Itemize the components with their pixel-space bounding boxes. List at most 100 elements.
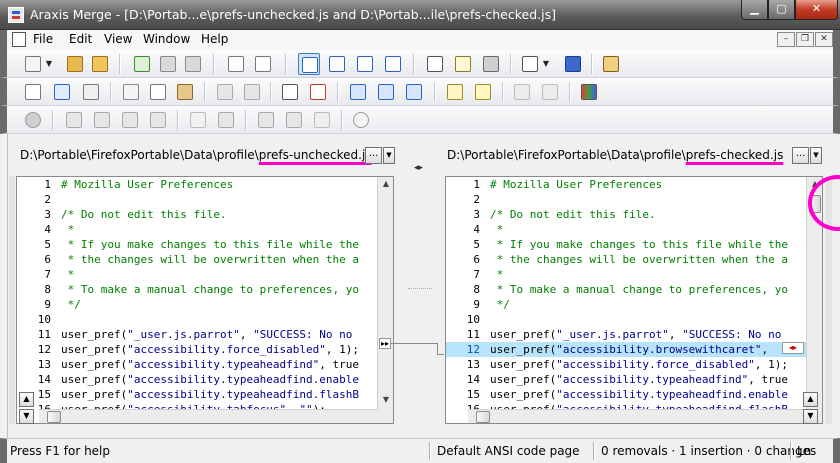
- help-book-button[interactable]: [562, 53, 584, 75]
- check-button[interactable]: [307, 81, 329, 103]
- edit-text-button[interactable]: [279, 81, 301, 103]
- open-folder-button[interactable]: [89, 53, 111, 75]
- horizontal-layout-button[interactable]: [354, 53, 376, 75]
- report-button[interactable]: [452, 53, 474, 75]
- left-editor[interactable]: 1 # Mozilla User Preferences 2 3 /* Do not e…: [16, 176, 394, 424]
- copy-button[interactable]: [147, 81, 169, 103]
- left-hscroll-thumb[interactable]: [47, 411, 61, 423]
- save-all-button[interactable]: [182, 53, 204, 75]
- code-line[interactable]: 14 user_pref("accessibility.typeaheadfind…: [446, 372, 822, 387]
- left-nav-down-button[interactable]: ▼: [19, 409, 34, 424]
- merge-all-button[interactable]: [80, 81, 102, 103]
- code-line[interactable]: 15 user_pref("accessibility.typeaheadfind…: [17, 387, 393, 402]
- highlight-button[interactable]: [444, 81, 466, 103]
- redo-button[interactable]: [241, 81, 263, 103]
- code-line[interactable]: 4 *: [446, 222, 822, 237]
- code-line[interactable]: 12 user_pref("accessibility.force_disable…: [17, 342, 393, 357]
- scroll-down-arrow-icon[interactable]: ▼: [379, 393, 393, 407]
- code-line[interactable]: 8 * To make a manual change to preferenc…: [446, 282, 822, 297]
- code-line[interactable]: 7 *: [446, 267, 822, 282]
- menu-view[interactable]: View: [104, 32, 132, 46]
- code-line[interactable]: 10: [17, 312, 393, 327]
- bookmark-next-button[interactable]: [403, 81, 425, 103]
- left-overview-strip[interactable]: [9, 176, 15, 424]
- right-nav-up-button[interactable]: ▲: [803, 392, 818, 407]
- save-button[interactable]: [157, 53, 179, 75]
- merge-left-button[interactable]: [51, 81, 73, 103]
- code-line[interactable]: 10: [446, 312, 822, 327]
- app-icon[interactable]: [8, 7, 24, 23]
- status-encoding[interactable]: Default ANSI code page: [437, 444, 580, 458]
- bullet-next-button[interactable]: [539, 81, 561, 103]
- bookmark-previous-button[interactable]: [375, 81, 397, 103]
- code-line[interactable]: 11 user_pref("_user.js.parrot", "SUCCESS:…: [446, 327, 822, 342]
- code-line[interactable]: 13 user_pref("accessibility.typeaheadfind…: [17, 357, 393, 372]
- left-path-bar[interactable]: D:\Portable\FirefoxPortable\Data\profile…: [16, 144, 396, 166]
- maximize-button[interactable]: ▢: [768, 0, 795, 20]
- undo-button[interactable]: [214, 81, 236, 103]
- mdi-restore-button[interactable]: ❐: [796, 32, 814, 47]
- copy-left-button[interactable]: [22, 81, 44, 103]
- clear-highlights-button[interactable]: [578, 81, 600, 103]
- highlight-down-button[interactable]: [472, 81, 494, 103]
- left-nav-up-button[interactable]: ▲: [19, 392, 34, 407]
- code-line[interactable]: 12 user_pref("accessibility.browsewithcar…: [446, 342, 822, 357]
- code-line[interactable]: 2: [17, 192, 393, 207]
- bookmark-add-button[interactable]: [347, 81, 369, 103]
- right-browse-button[interactable]: ...: [792, 147, 809, 164]
- copy-to-left-button[interactable]: [283, 109, 305, 131]
- code-line[interactable]: 4 *: [17, 222, 393, 237]
- code-line[interactable]: 13 user_pref("accessibility.force_disable…: [446, 357, 822, 372]
- mdi-minimize-button[interactable]: –: [777, 32, 795, 47]
- mdi-close-button[interactable]: ✕: [815, 32, 833, 47]
- left-path-dropdown[interactable]: ▼: [383, 147, 395, 164]
- code-line[interactable]: 11 user_pref("_user.js.parrot", "SUCCESS:…: [17, 327, 393, 342]
- code-line[interactable]: 9 */: [446, 297, 822, 312]
- code-line[interactable]: 5 * If you make changes to this file whi…: [17, 237, 393, 252]
- cut-button[interactable]: [120, 81, 142, 103]
- summary-button[interactable]: [424, 53, 446, 75]
- code-line[interactable]: 3 /* Do not edit this file.: [17, 207, 393, 222]
- open-button[interactable]: [64, 53, 86, 75]
- code-line[interactable]: 8 * To make a manual change to preferenc…: [17, 282, 393, 297]
- print-button[interactable]: [480, 53, 502, 75]
- code-line[interactable]: 15 user_pref("accessibility.typeaheadfind…: [446, 387, 822, 402]
- left-horizontal-scrollbar[interactable]: [39, 409, 379, 423]
- right-file-path[interactable]: D:\Portable\FirefoxPortable\Data\profile…: [447, 148, 783, 162]
- previous-change-button[interactable]: [225, 53, 247, 75]
- minimize-button[interactable]: ▁: [741, 0, 768, 20]
- bullet-previous-button[interactable]: [511, 81, 533, 103]
- code-line[interactable]: 14 user_pref("accessibility.typeaheadfind…: [17, 372, 393, 387]
- code-line[interactable]: 3 /* Do not edit this file.: [446, 207, 822, 222]
- merge-arrows-right-icon[interactable]: ◂▸: [782, 342, 804, 354]
- code-line[interactable]: 6 * the changes will be overwritten when…: [446, 252, 822, 267]
- code-line[interactable]: 2: [446, 192, 822, 207]
- right-path-dropdown[interactable]: ▼: [810, 147, 822, 164]
- right-horizontal-scrollbar[interactable]: [468, 409, 808, 423]
- tree-refresh-button[interactable]: [147, 109, 169, 131]
- right-hscroll-thumb[interactable]: [476, 411, 490, 423]
- right-editor[interactable]: 1 # Mozilla User Preferences 2 3 /* Do not e…: [445, 176, 823, 424]
- left-browse-button[interactable]: ...: [365, 147, 382, 164]
- three-way-compare-button[interactable]: [326, 53, 348, 75]
- two-way-compare-button[interactable]: [298, 53, 320, 75]
- new-file-button[interactable]: [187, 109, 209, 131]
- title-bar[interactable]: Araxis Merge - [D:\Portab...e\prefs-unch…: [0, 0, 840, 30]
- chevron-down-icon[interactable]: ▼: [542, 53, 550, 75]
- menu-help[interactable]: Help: [201, 32, 228, 46]
- menu-window[interactable]: Window: [143, 32, 190, 46]
- scroll-up-arrow-icon[interactable]: ▲: [379, 177, 393, 191]
- tree-collapse-button[interactable]: [91, 109, 113, 131]
- code-line[interactable]: 5 * If you make changes to this file whi…: [446, 237, 822, 252]
- chevron-down-icon[interactable]: ▼: [45, 53, 53, 75]
- file-properties-button[interactable]: [215, 109, 237, 131]
- history-button[interactable]: [350, 109, 372, 131]
- vertical-layout-button[interactable]: [382, 53, 404, 75]
- close-button[interactable]: ✕: [795, 0, 838, 20]
- options-button[interactable]: [519, 53, 541, 75]
- copy-to-right-button[interactable]: [255, 109, 277, 131]
- delete-button[interactable]: [311, 109, 333, 131]
- menu-edit[interactable]: Edit: [69, 32, 92, 46]
- right-nav-down-button[interactable]: ▼: [803, 409, 818, 424]
- code-line[interactable]: 1 # Mozilla User Preferences: [446, 177, 822, 192]
